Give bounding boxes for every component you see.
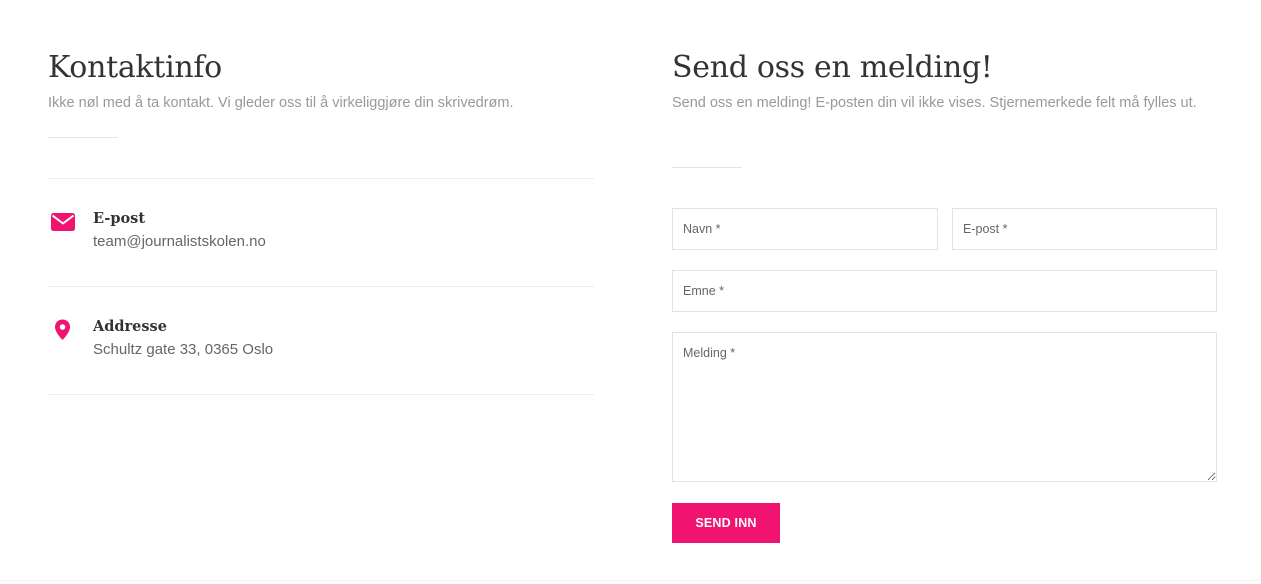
section-bottom-border — [0, 580, 1261, 581]
title-divider — [672, 167, 742, 168]
title-divider — [48, 137, 118, 138]
contact-form-subtitle: Send oss en melding! E-posten din vil ik… — [672, 95, 1197, 111]
contact-address-value: Schultz gate 33, 0365 Oslo — [93, 341, 274, 358]
contact-page: Kontaktinfo Ikke nøl med å ta kontakt. V… — [0, 0, 1261, 584]
contact-address-label: Addresse — [93, 318, 167, 335]
name-input[interactable] — [672, 208, 938, 250]
contact-item-address: Addresse Schultz gate 33, 0365 Oslo — [48, 318, 594, 378]
map-pin-icon — [48, 318, 78, 348]
email-input[interactable] — [952, 208, 1217, 250]
divider — [48, 286, 594, 287]
divider — [48, 394, 594, 395]
contact-email-link[interactable]: team@journalistskolen.no — [93, 233, 266, 250]
divider — [48, 178, 594, 179]
envelope-icon — [48, 210, 78, 240]
message-textarea[interactable] — [672, 332, 1217, 482]
contact-email-label: E-post — [93, 210, 146, 227]
contact-item-email: E-post team@journalistskolen.no — [48, 210, 594, 270]
contact-info-title: Kontaktinfo — [48, 50, 222, 85]
submit-button[interactable]: SEND INN — [672, 503, 780, 543]
contact-info-subtitle: Ikke nøl med å ta kontakt. Vi gleder oss… — [48, 95, 514, 111]
contact-form-title: Send oss en melding! — [672, 50, 993, 85]
subject-input[interactable] — [672, 270, 1217, 312]
